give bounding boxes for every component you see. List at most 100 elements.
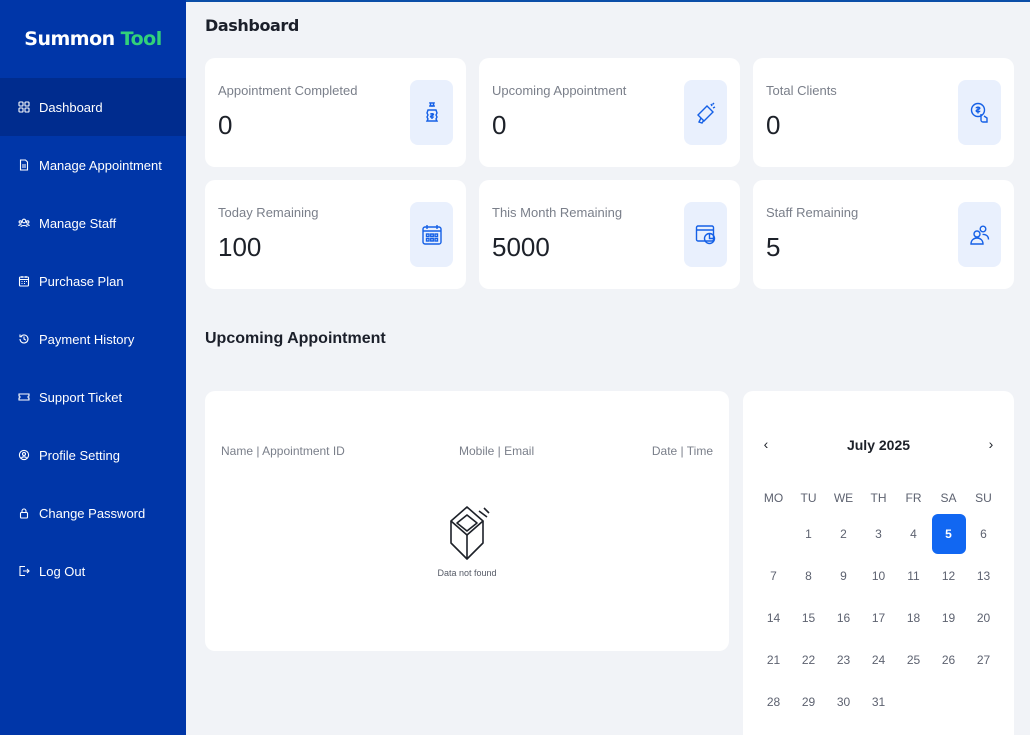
sidebar-item-manage-staff[interactable]: Manage Staff <box>0 194 186 252</box>
sidebar-item-payment-history[interactable]: Payment History <box>0 310 186 368</box>
sidebar-item-manage-appointment[interactable]: Manage Appointment <box>0 136 186 194</box>
column-header-datetime[interactable]: Date | Time <box>652 444 713 458</box>
calendar-day[interactable]: 30 <box>826 681 861 723</box>
stat-card-this-month-remaining[interactable]: This Month Remaining 5000 <box>479 180 740 289</box>
calendar-day-number: 30 <box>836 695 851 709</box>
calendar-day[interactable]: 21 <box>756 639 791 681</box>
lock-icon <box>17 506 31 520</box>
calendar-day-number: 27 <box>976 653 991 667</box>
money-bag-icon <box>410 80 453 145</box>
stat-card-upcoming-appointment[interactable]: Upcoming Appointment 0 <box>479 58 740 167</box>
calendar-day-number: 15 <box>801 611 816 625</box>
calendar-day[interactable]: 13 <box>966 555 1001 597</box>
calendar-day-number: 20 <box>976 611 991 625</box>
users-icon <box>17 216 31 230</box>
calendar-day[interactable]: 2 <box>826 513 861 555</box>
calendar-day-number: 12 <box>941 569 956 583</box>
appointments-table: Name | Appointment ID Mobile | Email Dat… <box>205 391 729 651</box>
sidebar: Summon Tool Dashboard Manage Appointment M… <box>0 0 186 735</box>
calendar-day-number: 24 <box>871 653 886 667</box>
calendar-day[interactable]: 26 <box>931 639 966 681</box>
sidebar-item-label: Profile Setting <box>39 447 120 463</box>
sidebar-item-profile-setting[interactable]: Profile Setting <box>0 426 186 484</box>
calendar-day[interactable]: 10 <box>861 555 896 597</box>
calendar: ‹ July 2025 › MO TU WE TH FR SA SU 1 2 3 4 5 6 7 8 9 10 1… <box>743 391 1014 735</box>
history-icon <box>17 332 31 346</box>
empty-box-icon <box>450 506 490 560</box>
calendar-day[interactable]: 18 <box>896 597 931 639</box>
calendar-day-number: 16 <box>836 611 851 625</box>
calendar-day-number: 11 <box>907 569 920 583</box>
sidebar-item-purchase-plan[interactable]: Purchase Plan <box>0 252 186 310</box>
sidebar-item-log-out[interactable]: Log Out <box>0 542 186 600</box>
stat-value: 5000 <box>492 232 550 262</box>
people-icon <box>958 202 1001 267</box>
column-header-contact[interactable]: Mobile | Email <box>459 444 534 458</box>
sidebar-item-change-password[interactable]: Change Password <box>0 484 186 542</box>
calendar-day-number: 31 <box>871 695 886 709</box>
calendar-day[interactable]: 28 <box>756 681 791 723</box>
calendar-next-button[interactable]: › <box>982 434 1000 454</box>
calendar-day-number: 14 <box>766 611 781 625</box>
sidebar-item-label: Change Password <box>39 505 146 521</box>
sidebar-nav: Dashboard Manage Appointment Manage Staff P… <box>0 78 186 600</box>
stat-card-appointment-completed[interactable]: Appointment Completed 0 <box>205 58 466 167</box>
calendar-day-number: 13 <box>976 569 991 583</box>
calendar-day[interactable]: 31 <box>861 681 896 723</box>
calendar-day[interactable]: 6 <box>966 513 1001 555</box>
page-title: Dashboard <box>205 16 299 35</box>
calendar-day-number: 18 <box>906 611 921 625</box>
calendar-icon <box>17 274 31 288</box>
brand-logo[interactable]: Summon Tool <box>0 0 186 78</box>
calendar-day[interactable]: 11 <box>896 555 931 597</box>
calendar-day[interactable]: 17 <box>861 597 896 639</box>
calendar-day[interactable]: 16 <box>826 597 861 639</box>
calendar-day[interactable]: 29 <box>791 681 826 723</box>
stat-value: 100 <box>218 232 262 262</box>
calendar-day[interactable]: 4 <box>896 513 931 555</box>
document-icon <box>17 158 31 172</box>
settings-icon <box>17 448 31 462</box>
calendar-day[interactable]: 1 <box>791 513 826 555</box>
stat-card-staff-remaining[interactable]: Staff Remaining 5 <box>753 180 1014 289</box>
empty-state-text: Data not found <box>437 568 497 578</box>
calendar-day[interactable]: 12 <box>931 555 966 597</box>
calendar-day[interactable]: 22 <box>791 639 826 681</box>
stat-card-total-clients[interactable]: Total Clients 0 <box>753 58 1014 167</box>
calendar-day-number: 1 <box>805 527 812 541</box>
calendar-day[interactable]: 15 <box>791 597 826 639</box>
calendar-day[interactable]: 9 <box>826 555 861 597</box>
calendar-day-number: 5 <box>931 514 966 554</box>
calendar-day[interactable]: 7 <box>756 555 791 597</box>
calendar-day-number: 25 <box>906 653 921 667</box>
stat-label: Today Remaining <box>218 205 319 220</box>
column-header-name[interactable]: Name | Appointment ID <box>221 444 345 458</box>
calendar-day[interactable]: 25 <box>896 639 931 681</box>
calendar-day[interactable]: 8 <box>791 555 826 597</box>
weekday-header: FR <box>905 491 922 505</box>
calendar-day[interactable]: 14 <box>756 597 791 639</box>
calendar-day[interactable]: 24 <box>861 639 896 681</box>
stat-value: 5 <box>766 232 781 262</box>
calendar-day-selected[interactable]: 5 <box>931 513 966 555</box>
weekday-header: SU <box>975 491 992 505</box>
calendar-day[interactable]: 27 <box>966 639 1001 681</box>
sidebar-item-label: Purchase Plan <box>39 273 124 289</box>
sidebar-item-support-ticket[interactable]: Support Ticket <box>0 368 186 426</box>
calendar-day-number: 23 <box>836 653 851 667</box>
sidebar-item-dashboard[interactable]: Dashboard <box>0 78 186 136</box>
calendar-grid-icon <box>410 202 453 267</box>
weekday-header: WE <box>833 491 854 505</box>
calendar-day[interactable]: 20 <box>966 597 1001 639</box>
calendar-day-number: 4 <box>910 527 917 541</box>
coin-hand-icon <box>958 80 1001 145</box>
stat-label: Appointment Completed <box>218 83 358 98</box>
sidebar-item-label: Support Ticket <box>39 389 123 405</box>
calendar-day[interactable]: 3 <box>861 513 896 555</box>
stat-card-today-remaining[interactable]: Today Remaining 100 <box>205 180 466 289</box>
calendar-day-number: 22 <box>801 653 816 667</box>
stat-value: 0 <box>492 110 507 140</box>
calendar-day[interactable]: 19 <box>931 597 966 639</box>
calendar-day[interactable]: 23 <box>826 639 861 681</box>
calendar-grid: MO TU WE TH FR SA SU 1 2 3 4 5 6 7 8 9 10 11 12 13 14 15 16 17 1… <box>756 483 1001 723</box>
